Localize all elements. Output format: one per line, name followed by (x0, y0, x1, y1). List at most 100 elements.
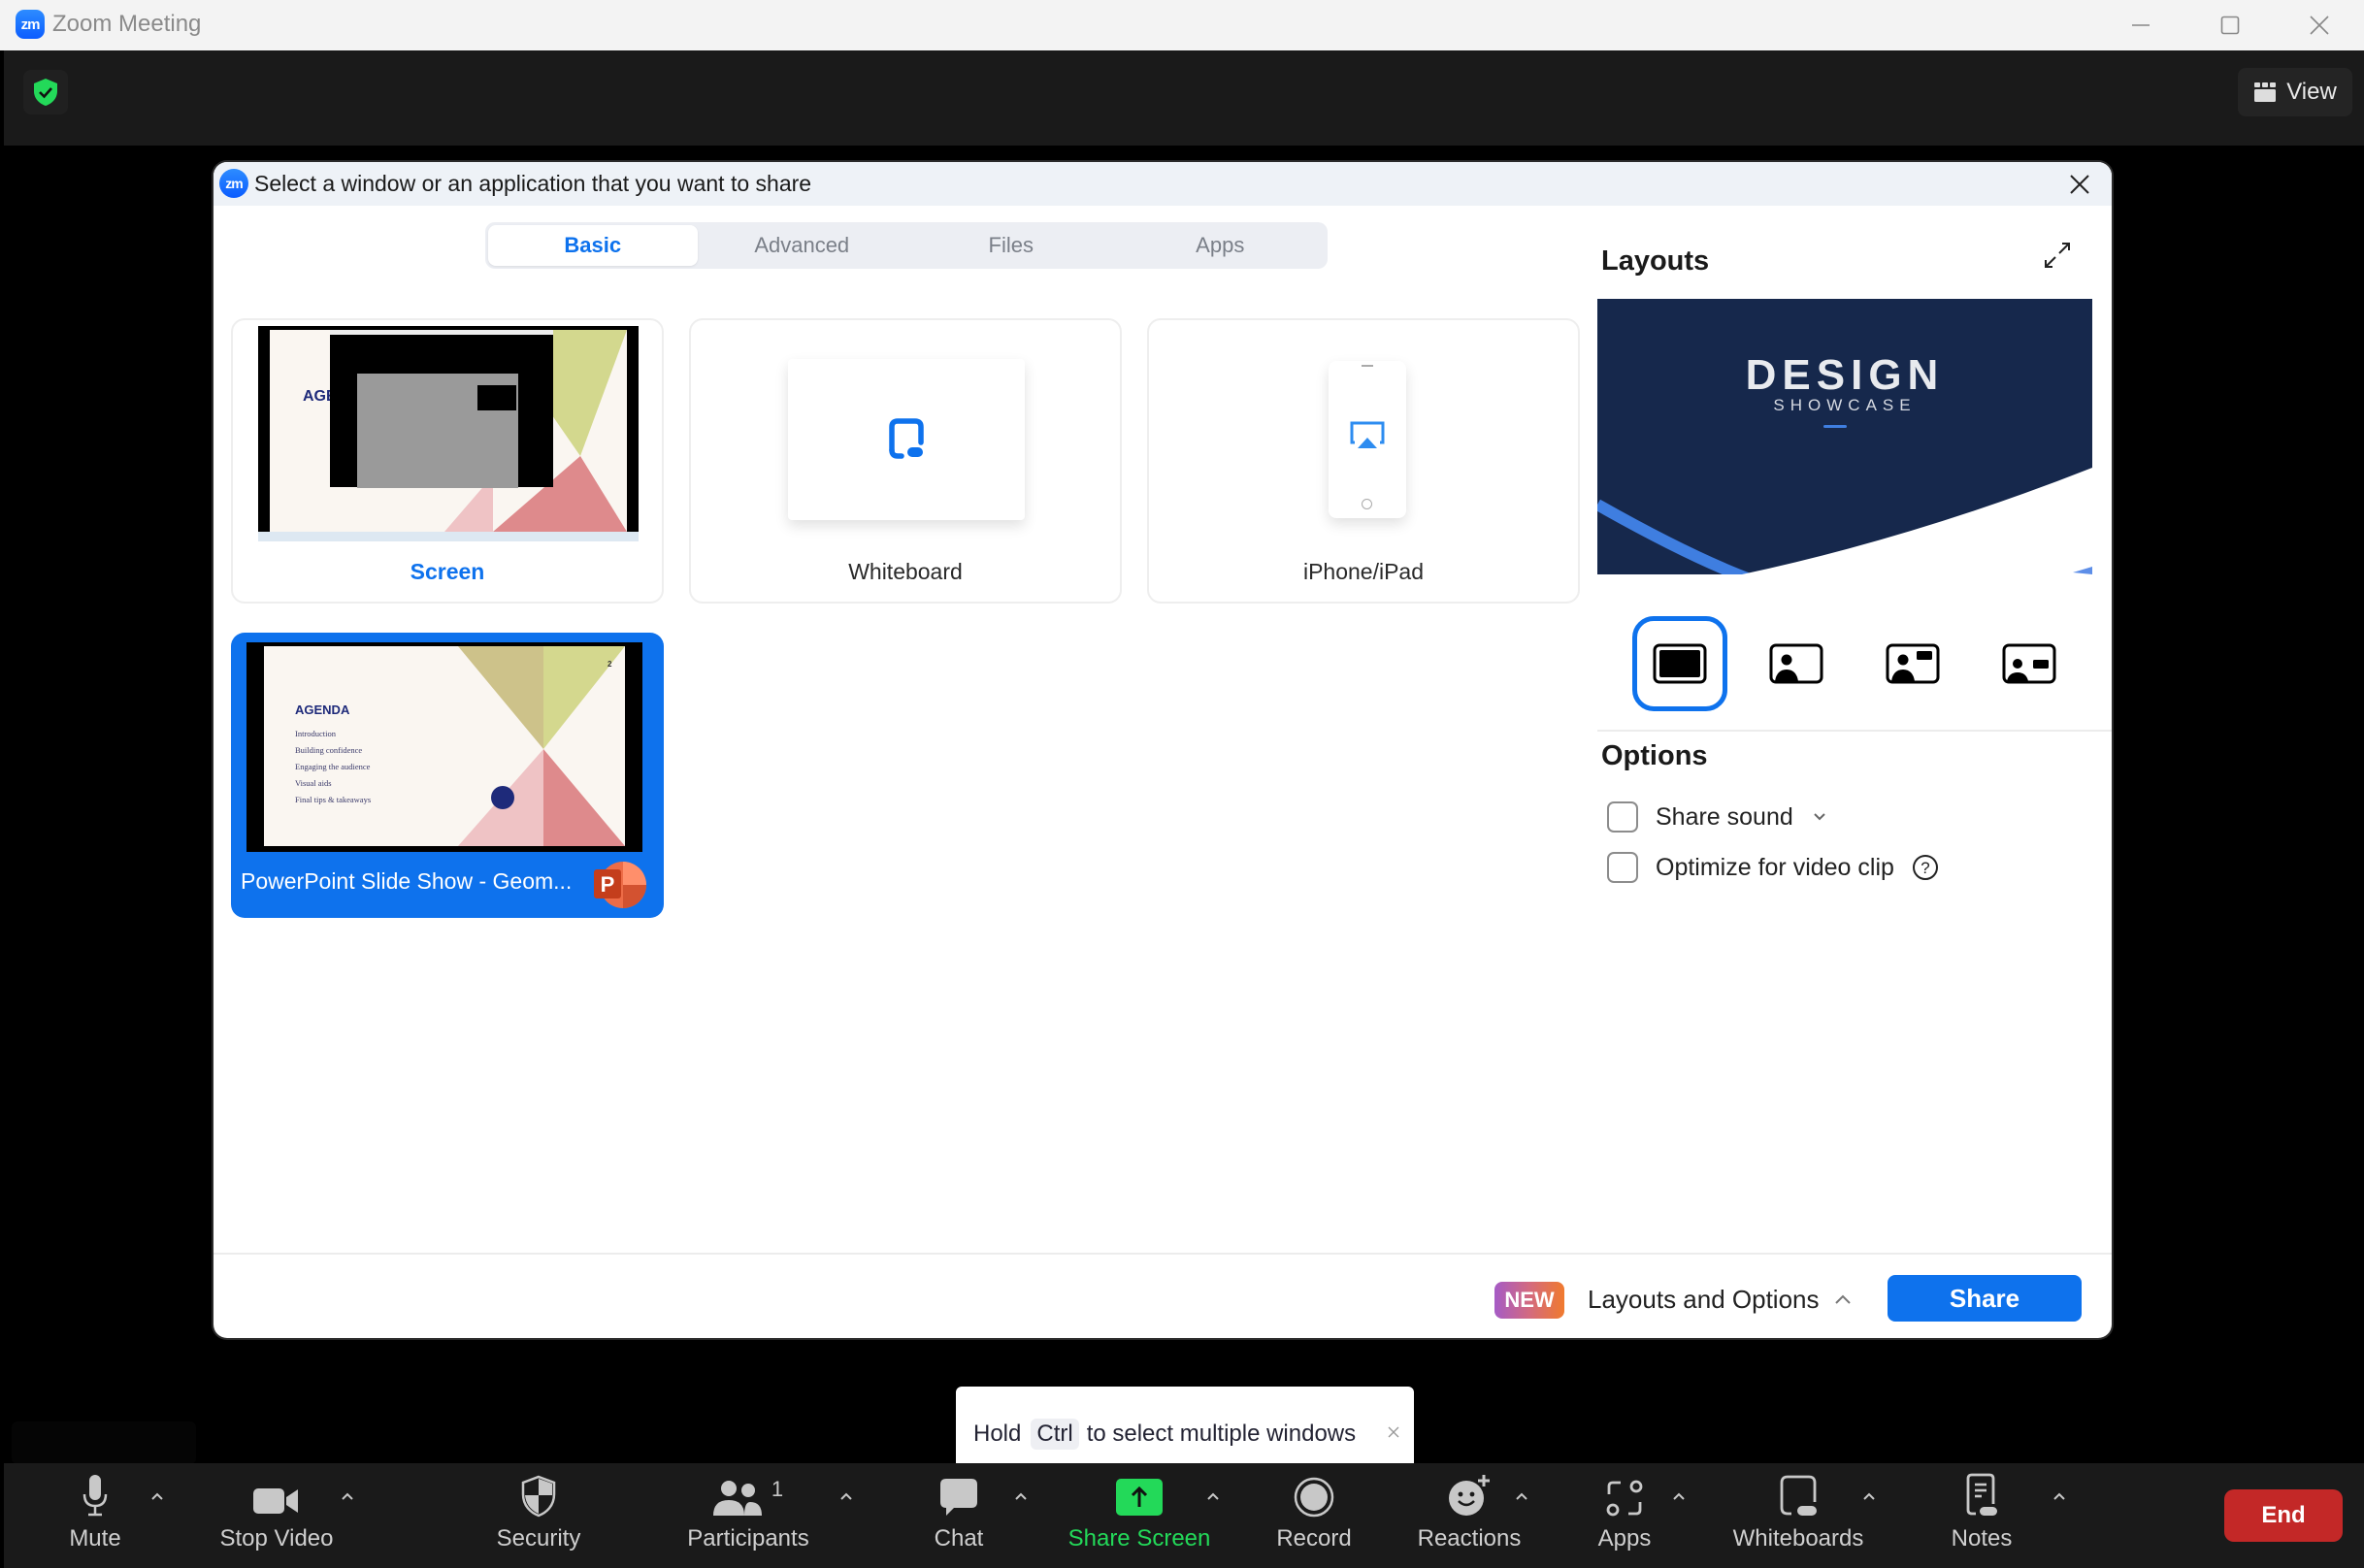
maximize-icon (2220, 16, 2240, 35)
optimize-video-option: Optimize for video clip ? (1607, 850, 1939, 885)
powerpoint-app-icon: P (594, 862, 646, 908)
toolbar-notes-button[interactable]: Notes (1943, 1463, 2020, 1568)
footer-divider (213, 1253, 2112, 1255)
close-window-button[interactable] (2275, 0, 2364, 50)
toolbar-label: Stop Video (219, 1525, 334, 1552)
window-title: Zoom Meeting (52, 11, 202, 37)
whiteboard-tile (788, 359, 1025, 520)
notes-options-caret[interactable] (2048, 1485, 2071, 1508)
new-badge: NEW (1494, 1282, 1564, 1319)
whiteboards-options-caret[interactable] (1857, 1485, 1881, 1508)
chat-bubble-icon (940, 1479, 977, 1516)
dialog-close-button[interactable] (2063, 168, 2096, 201)
caret-up-icon (1516, 1492, 1527, 1500)
share-option-powerpoint-window[interactable]: AGENDA Introduction Building confidence … (231, 633, 664, 918)
caret-up-icon (2053, 1492, 2065, 1500)
toolbar-security-button[interactable]: Security (485, 1463, 592, 1568)
agenda-item: Visual aids (295, 778, 332, 788)
layout-option-video-left[interactable] (1749, 616, 1844, 711)
audio-options-caret[interactable] (146, 1485, 169, 1508)
panel-divider (1597, 730, 2112, 732)
end-meeting-button[interactable]: End (2224, 1489, 2343, 1542)
powerpoint-window-label: PowerPoint Slide Show - Geom... (241, 868, 573, 894)
tooltip-suffix: to select multiple windows (1086, 1421, 1357, 1447)
apps-options-caret[interactable] (1667, 1485, 1691, 1508)
share-option-iphone-ipad[interactable]: iPhone/iPad (1147, 318, 1580, 604)
toolbar-label: Share Screen (1067, 1525, 1211, 1552)
agenda-item: Engaging the audience (295, 762, 371, 771)
share-option-whiteboard[interactable]: Whiteboard (689, 318, 1122, 604)
view-label: View (2286, 79, 2337, 105)
share-sound-label: Share sound (1656, 802, 1793, 831)
powerpoint-thumbnail: AGENDA Introduction Building confidence … (246, 642, 642, 852)
toolbar-apps-button[interactable]: Apps (1586, 1463, 1663, 1568)
toolbar-chat-button[interactable]: Chat (920, 1463, 998, 1568)
help-icon[interactable]: ? (1912, 854, 1939, 881)
toolbar-whiteboards-button[interactable]: Whiteboards (1725, 1463, 1871, 1568)
tab-basic[interactable]: Basic (488, 225, 698, 266)
ctrl-key-hint: Ctrl (1031, 1419, 1079, 1450)
chat-options-caret[interactable] (1009, 1485, 1033, 1508)
caret-up-icon (840, 1492, 852, 1500)
reactions-options-caret[interactable] (1510, 1485, 1533, 1508)
tab-files[interactable]: Files (906, 225, 1116, 266)
minimize-button[interactable] (2096, 0, 2185, 50)
tooltip-prefix: Hold (973, 1421, 1022, 1447)
toolbar-stop-video-button[interactable]: Stop Video (213, 1463, 340, 1568)
toolbar-label: Reactions (1417, 1525, 1522, 1552)
tab-advanced[interactable]: Advanced (698, 225, 907, 266)
svg-text:?: ? (1921, 859, 1929, 877)
toolbar-label: Whiteboards (1732, 1525, 1864, 1552)
layout-fullscreen-icon (1653, 643, 1707, 684)
share-sound-checkbox[interactable] (1607, 801, 1638, 833)
whiteboard-icon (889, 418, 924, 459)
layout-option-video-left-badge[interactable] (1865, 616, 1960, 711)
tooltip-close-button[interactable] (1383, 1421, 1404, 1443)
whiteboards-icon (1780, 1475, 1817, 1516)
apps-icon (1606, 1480, 1643, 1517)
iphone-label: iPhone/iPad (1302, 559, 1425, 584)
toolbar-share-screen-button[interactable]: Share Screen (1062, 1463, 1217, 1568)
toolbar-reactions-button[interactable]: Reactions (1411, 1463, 1527, 1568)
toolbar-record-button[interactable]: Record (1265, 1463, 1363, 1568)
record-icon (1294, 1477, 1334, 1518)
optimize-video-label: Optimize for video clip (1656, 853, 1894, 881)
layout-option-video-small-badge[interactable] (1982, 616, 2077, 711)
caret-up-icon (342, 1492, 353, 1500)
window-title-bar: zm Zoom Meeting (0, 0, 2364, 50)
share-options-caret[interactable] (1201, 1485, 1225, 1508)
optimize-video-checkbox[interactable] (1607, 852, 1638, 883)
tab-apps[interactable]: Apps (1116, 225, 1326, 266)
slide-agenda-list: Introduction Building confidence Engagin… (295, 726, 371, 808)
participants-options-caret[interactable] (835, 1485, 858, 1508)
view-button[interactable]: View (2238, 68, 2352, 116)
share-button[interactable]: Share (1888, 1275, 2082, 1322)
phone-tile (1329, 361, 1406, 518)
expand-preview-button[interactable] (2038, 236, 2077, 275)
participants-icon (712, 1481, 762, 1516)
preview-title: DESIGN (1745, 351, 1945, 399)
preview-background-shapes (1597, 467, 2092, 574)
share-screen-dialog: zm Select a window or an application tha… (213, 162, 2112, 1338)
whiteboard-label: Whiteboard (848, 559, 963, 584)
encryption-shield-button[interactable] (23, 70, 68, 114)
video-options-caret[interactable] (336, 1485, 359, 1508)
layouts-and-options-toggle[interactable]: Layouts and Options (1588, 1280, 1853, 1319)
chevron-down-icon[interactable] (1811, 811, 1828, 823)
agenda-item: Final tips & takeaways (295, 795, 372, 804)
shield-check-icon (34, 79, 57, 106)
security-shield-icon (521, 1475, 556, 1518)
layout-presenter-badge-icon (1886, 643, 1940, 684)
microphone-icon (82, 1475, 108, 1517)
video-camera-icon (253, 1488, 298, 1514)
dialog-title: Select a window or an application that y… (254, 171, 812, 196)
close-icon (2070, 175, 2089, 194)
grid-view-icon (2254, 82, 2277, 102)
screen-thumbnail: AGE (258, 326, 639, 541)
reactions-smiley-icon (1449, 1475, 1490, 1516)
toolbar-mute-button[interactable]: Mute (56, 1463, 134, 1568)
toolbar-participants-button[interactable]: 1 Participants (675, 1463, 821, 1568)
share-option-screen[interactable]: AGE Screen (231, 318, 664, 604)
layout-option-content-only[interactable] (1632, 616, 1727, 711)
maximize-button[interactable] (2185, 0, 2275, 50)
